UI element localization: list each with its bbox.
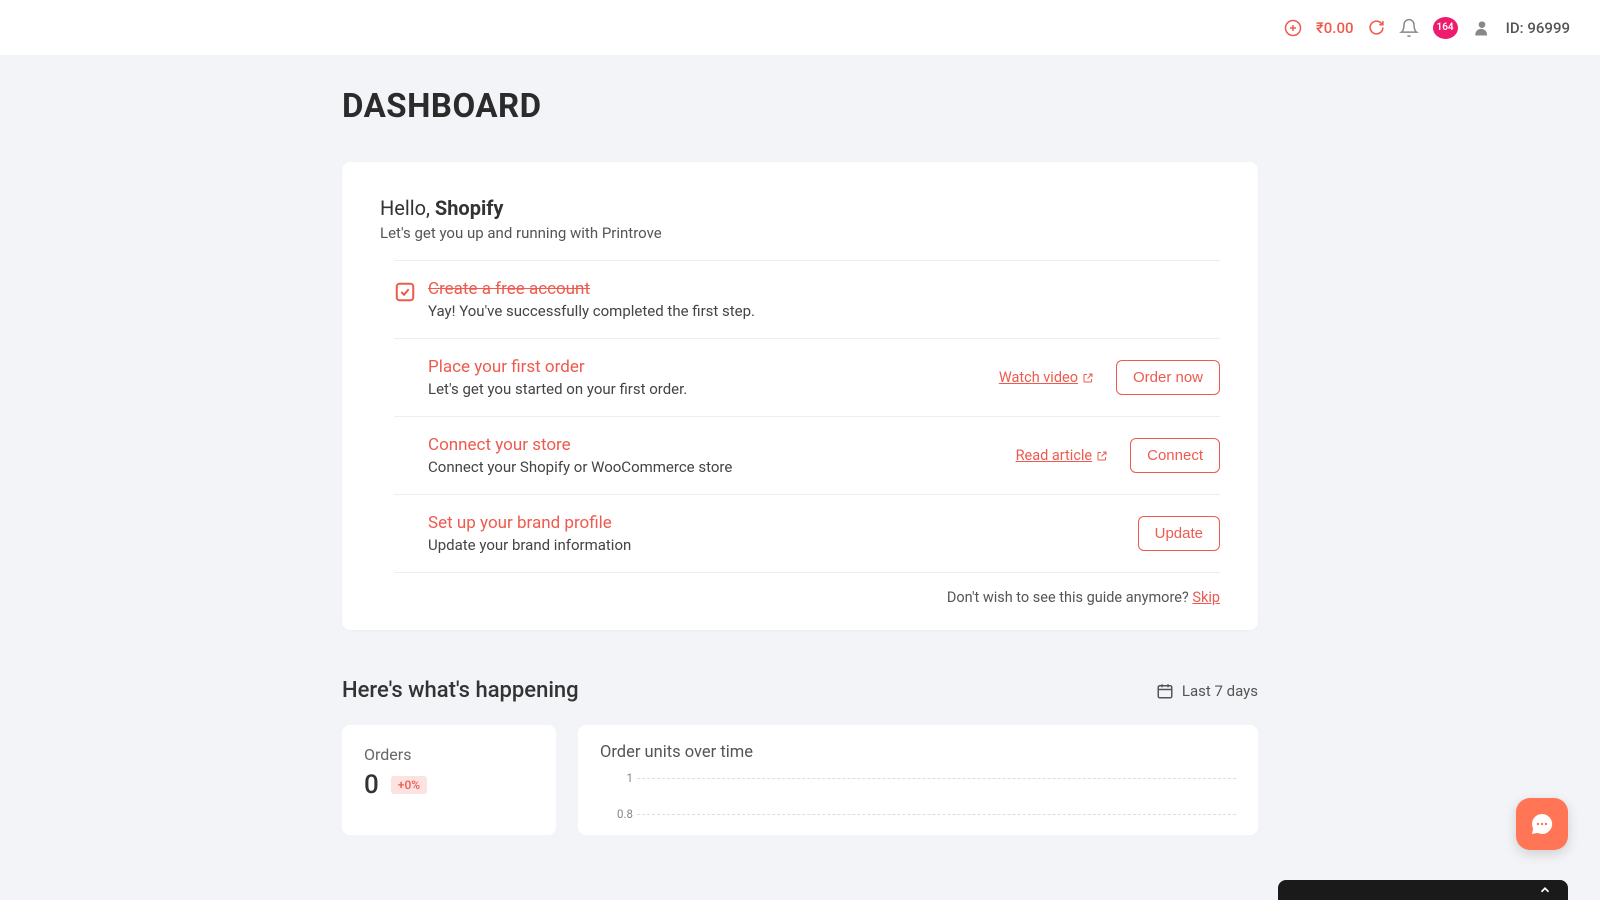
step-link[interactable]: Watch video [999, 369, 1094, 386]
step-title: Create a free account [428, 279, 1220, 299]
chat-icon [1530, 812, 1554, 836]
greeting-name: Shopify [435, 196, 504, 220]
step-actions: Watch video Order now [999, 360, 1220, 395]
onboarding-step: Set up your brand profile Update your bra… [394, 494, 1220, 573]
step-desc: Yay! You've successfully completed the f… [428, 302, 1220, 320]
step-actions: Update [1138, 516, 1220, 551]
skip-row: Don't wish to see this guide anymore? Sk… [380, 589, 1220, 606]
stat-label: Orders [364, 745, 534, 764]
step-actions: Read article Connect [1016, 438, 1220, 473]
chart-card: Order units over time 1 0.8 [578, 725, 1258, 835]
page-title: DASHBOARD [342, 87, 1258, 126]
step-desc: Update your brand information [428, 536, 1138, 554]
step-title: Set up your brand profile [428, 513, 1138, 533]
bell-icon[interactable] [1399, 18, 1419, 38]
skip-prompt: Don't wish to see this guide anymore? [947, 589, 1192, 606]
happening-title: Here's what's happening [342, 678, 579, 703]
step-desc: Let's get you started on your first orde… [428, 380, 999, 398]
stat-delta: +0% [391, 776, 427, 794]
top-header: ₹0.00 164 ID: 96999 [0, 0, 1600, 55]
orders-stat-card[interactable]: Orders 0 +0% [342, 725, 556, 835]
period-label: Last 7 days [1182, 682, 1258, 700]
onboarding-step: Connect your store Connect your Shopify o… [394, 416, 1220, 494]
notification-badge[interactable]: 164 [1433, 17, 1458, 39]
add-balance-button[interactable] [1284, 19, 1302, 37]
step-desc: Connect your Shopify or WooCommerce stor… [428, 458, 1016, 476]
stat-value: 0 [364, 770, 379, 800]
bottom-panel[interactable] [1278, 880, 1568, 900]
happening-header: Here's what's happening Last 7 days [342, 678, 1258, 703]
step-action-button[interactable]: Connect [1130, 438, 1220, 473]
onboarding-step: Create a free account Yay! You've success… [394, 260, 1220, 338]
external-link-icon [1096, 450, 1108, 462]
greeting-prefix: Hello, [380, 196, 435, 220]
step-placeholder-icon [394, 437, 416, 459]
user-id: ID: 96999 [1506, 19, 1570, 37]
greeting-subtitle: Let's get you up and running with Printr… [380, 224, 1220, 242]
period-selector[interactable]: Last 7 days [1156, 682, 1258, 700]
skip-link[interactable]: Skip [1192, 589, 1220, 606]
step-placeholder-icon [394, 515, 416, 537]
y-tick: 0.8 [615, 807, 633, 821]
onboarding-card: Hello, Shopify Let's get you up and runn… [342, 162, 1258, 630]
onboarding-step: Place your first order Let's get you star… [394, 338, 1220, 416]
external-link-icon [1082, 372, 1094, 384]
step-title: Place your first order [428, 357, 999, 377]
step-title: Connect your store [428, 435, 1016, 455]
step-placeholder-icon [394, 359, 416, 381]
greeting: Hello, Shopify [380, 196, 1220, 220]
chevron-up-icon [1538, 883, 1552, 897]
step-action-button[interactable]: Order now [1116, 360, 1220, 395]
check-icon [394, 281, 416, 303]
chart-title: Order units over time [600, 743, 1236, 762]
balance-amount[interactable]: ₹0.00 [1316, 19, 1354, 37]
chat-fab[interactable] [1516, 798, 1568, 850]
step-link[interactable]: Read article [1016, 447, 1109, 464]
y-tick: 1 [615, 771, 633, 785]
calendar-icon [1156, 682, 1174, 700]
user-icon[interactable] [1472, 18, 1492, 38]
refresh-button[interactable] [1368, 19, 1385, 36]
step-action-button[interactable]: Update [1138, 516, 1220, 551]
